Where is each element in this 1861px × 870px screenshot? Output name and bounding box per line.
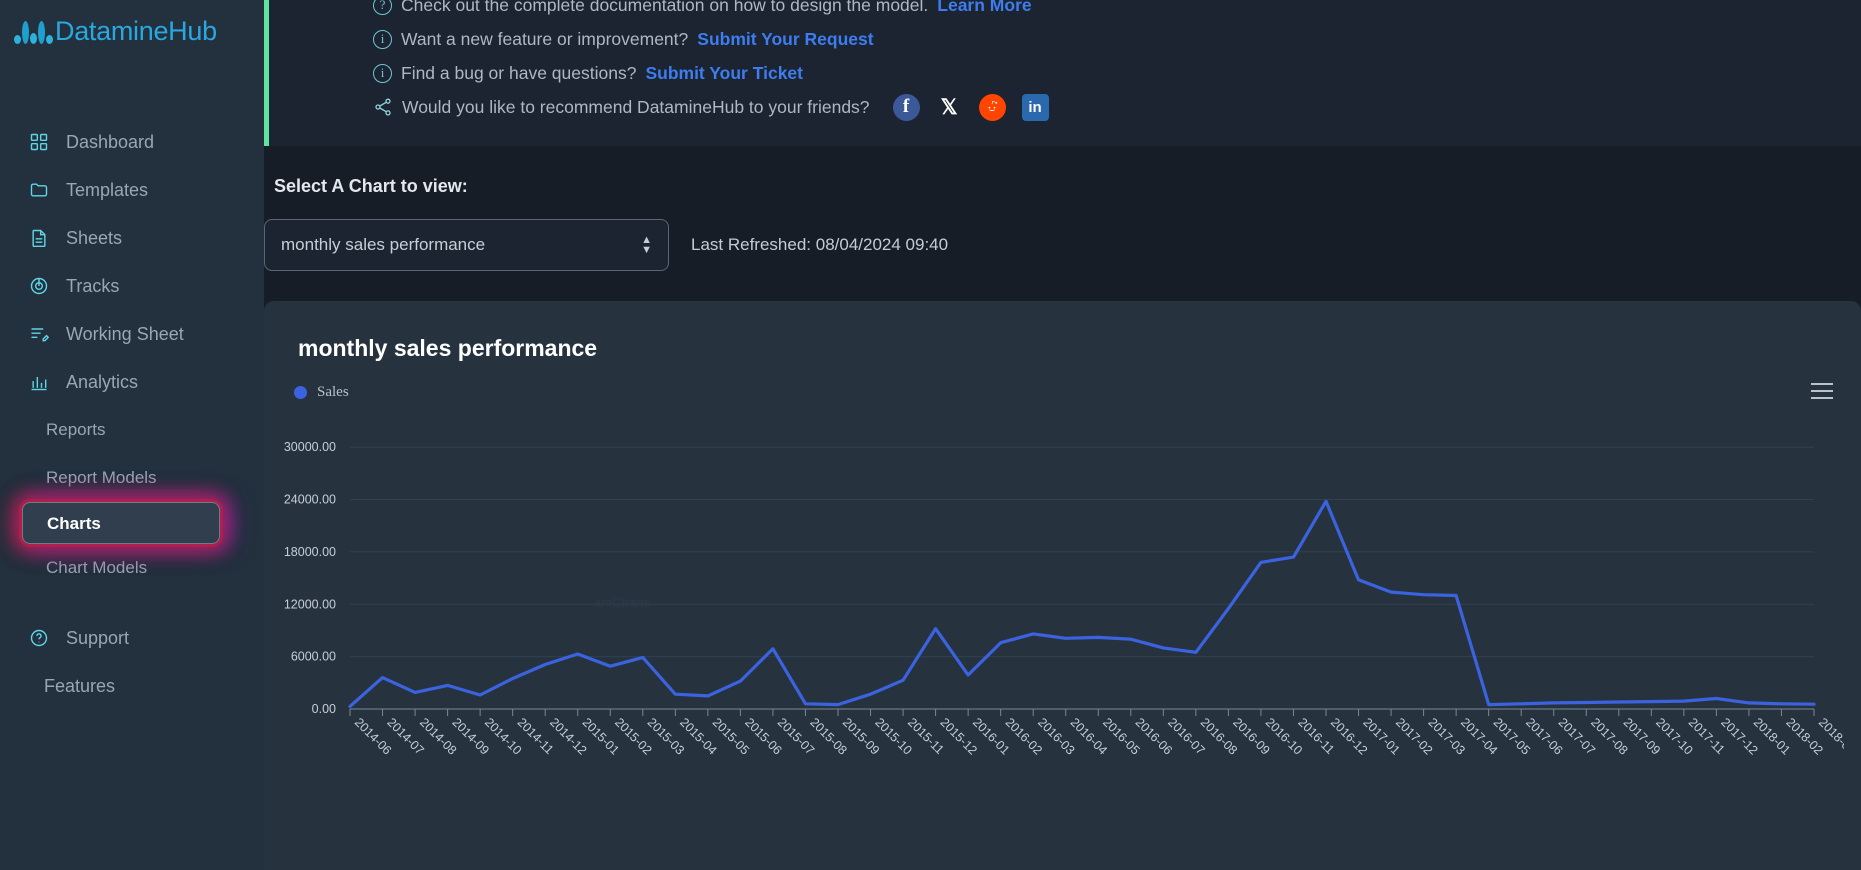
sidebar-nav: Dashboard Templates Sheets Tracks Workin… — [0, 118, 264, 710]
facebook-icon[interactable]: f — [892, 93, 920, 121]
sidebar-item-features[interactable]: Features — [0, 662, 264, 710]
sidebar-item-dashboard[interactable]: Dashboard — [0, 118, 264, 166]
sidebar-item-analytics[interactable]: Analytics — [0, 358, 264, 406]
social-links: f 𝕏 in — [892, 93, 1049, 121]
submit-request-link[interactable]: Submit Your Request — [697, 29, 873, 50]
sidebar-item-label: Working Sheet — [66, 323, 184, 344]
sidebar-item-label: Features — [44, 675, 116, 696]
sidebar-item-label: Tracks — [66, 275, 120, 296]
share-icon — [373, 97, 393, 117]
target-icon — [28, 275, 50, 297]
sidebar-subitem-charts[interactable]: Charts — [22, 502, 220, 544]
legend-label-sales: Sales — [317, 384, 349, 400]
question-circle-icon — [28, 627, 50, 649]
svg-text:12000.00: 12000.00 — [284, 597, 336, 611]
sidebar: DatamineHub Dashboard Templates Sheets T… — [0, 0, 264, 870]
last-refreshed-text: Last Refreshed: 08/04/2024 09:40 — [691, 235, 949, 254]
banner-row-bug: i Find a bug or have questions? Submit Y… — [269, 56, 1861, 90]
sidebar-subitem-chart-models[interactable]: Chart Models — [0, 544, 264, 592]
banner-text: Would you like to recommend DatamineHub … — [402, 96, 870, 117]
sidebar-item-working-sheet[interactable]: Working Sheet — [0, 310, 264, 358]
sidebar-item-templates[interactable]: Templates — [0, 166, 264, 214]
sidebar-item-label: Analytics — [66, 371, 139, 392]
svg-text:6000.00: 6000.00 — [291, 650, 336, 664]
sidebar-divider-gap — [0, 592, 264, 614]
soundwave-logo-icon — [14, 18, 53, 44]
x-twitter-icon[interactable]: 𝕏 — [936, 94, 963, 121]
banner-text: Find a bug or have questions? — [401, 62, 637, 83]
svg-text:amCharts: amCharts — [594, 595, 651, 610]
info-icon: ? — [373, 0, 392, 15]
banner-row-share: Would you like to recommend DatamineHub … — [269, 90, 1861, 124]
banner-text: Check out the complete documentation on … — [401, 0, 929, 15]
grid-icon — [28, 131, 50, 153]
chart-select-row: monthly sales performance ▲ ▼ Last Refres… — [264, 219, 1861, 271]
sidebar-item-label: Sheets — [66, 227, 123, 248]
line-chart-svg: 0.00 6000.00 12000.00 18000.00 24000.00 30000… — [284, 440, 1844, 757]
sidebar-item-sheets[interactable]: Sheets — [0, 214, 264, 262]
svg-text:24000.00: 24000.00 — [284, 493, 336, 507]
brand-name: DatamineHub — [55, 15, 217, 46]
info-icon: i — [373, 29, 392, 49]
bar-chart-icon — [28, 371, 50, 393]
banner-row-docs: ? Check out the complete documentation o… — [269, 0, 1861, 22]
chart-legend[interactable]: Sales — [294, 384, 1861, 401]
svg-text:30000.00: 30000.00 — [284, 440, 336, 454]
chart-card: monthly sales performance Sales 0.00 6000… — [264, 301, 1861, 870]
banner-row-feature: i Want a new feature or improvement? Sub… — [269, 22, 1861, 56]
select-chart-label: Select A Chart to view: — [274, 176, 468, 196]
sidebar-item-support[interactable]: Support — [0, 614, 264, 662]
chart-plot-area: 0.00 6000.00 12000.00 18000.00 24000.00 30000… — [264, 407, 1861, 827]
legend-swatch-sales — [294, 386, 307, 399]
brand-logo-block[interactable]: DatamineHub — [0, 0, 264, 52]
announcement-banner: ? Check out the complete documentation o… — [264, 0, 1861, 146]
sidebar-subitem-report-models[interactable]: Report Models — [0, 454, 264, 502]
banner-text: Want a new feature or improvement? — [401, 28, 689, 49]
submit-ticket-link[interactable]: Submit Your Ticket — [645, 63, 803, 84]
sidebar-item-label: Dashboard — [66, 131, 155, 152]
info-icon: i — [373, 63, 392, 83]
document-icon — [28, 227, 50, 249]
sidebar-subitem-reports[interactable]: Reports — [0, 406, 264, 454]
hamburger-menu-icon[interactable] — [1811, 383, 1833, 404]
sidebar-item-label: Templates — [66, 179, 149, 200]
svg-text:18000.00: 18000.00 — [284, 545, 336, 559]
chart-title: monthly sales performance — [298, 335, 598, 361]
reddit-icon[interactable] — [978, 93, 1006, 121]
chart-select-dropdown[interactable]: monthly sales performance ▲ ▼ — [264, 219, 669, 271]
linkedin-icon[interactable]: in — [1021, 93, 1049, 121]
sidebar-item-label: Support — [66, 627, 130, 648]
edit-list-icon — [28, 323, 50, 345]
sidebar-item-tracks[interactable]: Tracks — [0, 262, 264, 310]
chevron-updown-icon: ▲ ▼ — [641, 234, 652, 256]
folder-icon — [28, 179, 50, 201]
main-content: ? Check out the complete documentation o… — [264, 0, 1861, 870]
chart-select-value: monthly sales performance — [281, 235, 486, 254]
learn-more-link[interactable]: Learn More — [937, 0, 1031, 16]
svg-text:0.00: 0.00 — [312, 702, 336, 716]
